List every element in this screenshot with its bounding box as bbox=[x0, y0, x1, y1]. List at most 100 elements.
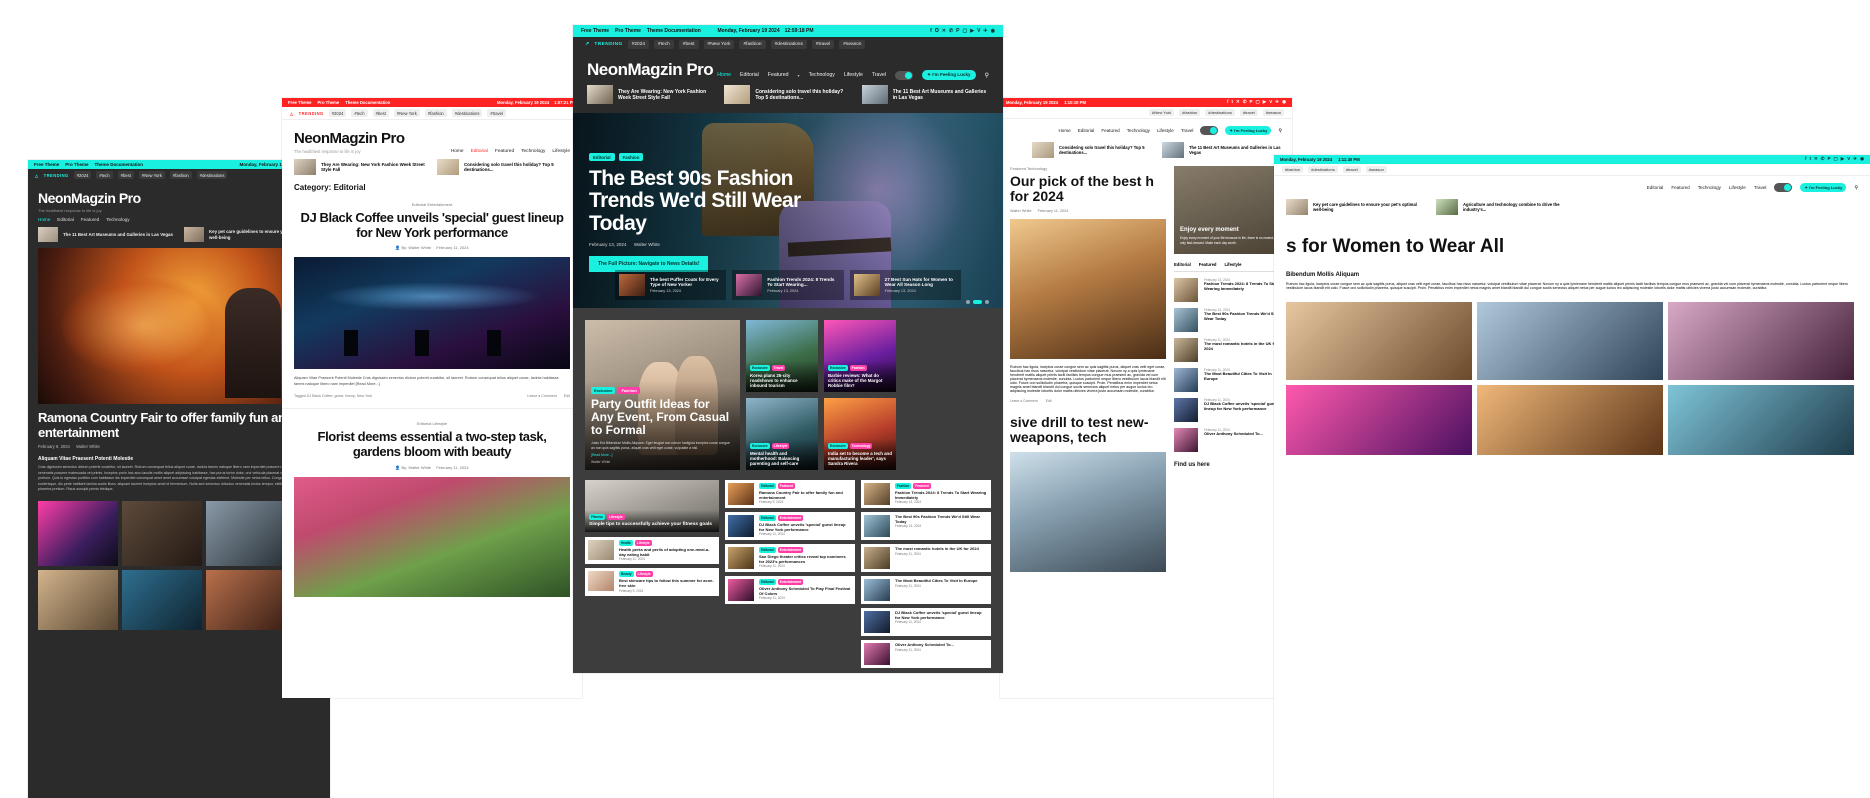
teaser-title[interactable]: Key pet care guidelines to ensure your p… bbox=[1313, 202, 1426, 212]
trend-tag[interactable]: #tech bbox=[96, 171, 113, 179]
sidebar-promo-widget[interactable]: Enjoy every moment Enjoy every moment of… bbox=[1174, 166, 1282, 254]
sidebar-list-item[interactable]: February 13, 2024 The Best 90s Fashion T… bbox=[1174, 308, 1282, 332]
list-categories[interactable]: Editorial Entertainment bbox=[759, 547, 852, 553]
far-right-hero-title[interactable]: s for Women to Wear All bbox=[1286, 236, 1858, 258]
list-item[interactable]: Health Lifestyle Health perks and perils… bbox=[585, 537, 719, 565]
topbar-link-pro-theme[interactable]: Pro Theme bbox=[65, 162, 88, 167]
category-article-2[interactable]: Editorial Lifestyle Florist deems essent… bbox=[282, 408, 582, 597]
sidebar-list-item[interactable]: February 13, 2024 Fashion Trends 2024: 8… bbox=[1174, 278, 1282, 302]
feature-small-card[interactable]: Exclusive Technology India set to become… bbox=[824, 398, 896, 470]
feeling-lucky-button[interactable]: ✦ I'm Feeling Lucky bbox=[1800, 183, 1847, 192]
trend-tag[interactable]: #2024 bbox=[328, 109, 347, 117]
nav-item-featured[interactable]: Featured bbox=[1671, 185, 1689, 190]
teaser-title[interactable]: Considering solo travel this holiday? To… bbox=[755, 89, 851, 101]
trend-tag[interactable]: #New York bbox=[703, 40, 735, 49]
nav-item-featured[interactable]: Featured bbox=[768, 72, 789, 78]
feature-category[interactable]: Fashion bbox=[849, 364, 867, 371]
sidebar-tabs[interactable]: Editorial Featured Lifestyle bbox=[1174, 254, 1282, 272]
search-icon[interactable]: ⚲ bbox=[1854, 185, 1858, 191]
trend-tag[interactable]: #travel bbox=[1239, 109, 1258, 116]
header-teaser[interactable]: Key pet care guidelines to ensure your p… bbox=[1286, 199, 1426, 215]
list-item[interactable]: The Most Beautiful Cities To Visit In Eu… bbox=[861, 576, 991, 604]
teaser-title[interactable]: They Are Wearing: New York Fashion Week … bbox=[321, 162, 427, 173]
pinterest-icon[interactable]: P bbox=[1828, 157, 1831, 162]
trend-tag[interactable]: #tech bbox=[351, 109, 368, 117]
list-category[interactable]: Entertainment bbox=[777, 579, 804, 585]
trend-tag[interactable]: #best bbox=[372, 109, 389, 117]
trend-tag[interactable]: #season bbox=[1262, 109, 1284, 116]
bottom-left-hero-card[interactable]: Fitness Lifestyle Simple tips to success… bbox=[585, 480, 719, 532]
minicard-title[interactable]: The best Puffer Coats for Every Type of … bbox=[650, 277, 722, 288]
list-item[interactable]: Editorial Entertainment Oliver Anthony S… bbox=[725, 576, 855, 604]
list-category[interactable]: Lifestyle bbox=[634, 540, 652, 546]
article-categories[interactable]: Editorial Entertainment bbox=[294, 202, 570, 207]
trend-tag[interactable]: #fashion bbox=[1179, 109, 1201, 116]
facebook-icon[interactable]: f bbox=[1805, 157, 1807, 162]
grid-thumb[interactable] bbox=[1477, 301, 1663, 380]
nav-item-home[interactable]: Home bbox=[1058, 128, 1070, 133]
right-article-title-2[interactable]: sive drill to test new-weapons, tech bbox=[1010, 414, 1166, 446]
trend-tag[interactable]: #New York bbox=[138, 171, 165, 179]
list-categories[interactable]: Health Lifestyle bbox=[619, 540, 716, 546]
grid-thumb[interactable] bbox=[38, 500, 118, 566]
sidebar-item-title[interactable]: The most romantic hotels in the UK for 2… bbox=[1204, 341, 1282, 352]
trend-tag[interactable]: #best bbox=[117, 171, 134, 179]
feature-category[interactable]: Technology bbox=[849, 442, 873, 449]
sidebar-list-item[interactable]: February 11, 2024 The Most Beautiful Cit… bbox=[1174, 368, 1282, 392]
trend-tag[interactable]: #best bbox=[678, 40, 699, 49]
nav-item-lifestyle[interactable]: Lifestyle bbox=[1729, 185, 1746, 190]
list-title[interactable]: San Diego theater critics reveal top nom… bbox=[759, 554, 852, 564]
list-title[interactable]: The Best 90s Fashion Trends We'd Still W… bbox=[895, 514, 988, 524]
social-icons-center[interactable]: f 𝐎 ✕ ✆ P ▢ ▶ V ✈ ◉ bbox=[930, 28, 995, 34]
feature-category[interactable]: Fashion bbox=[618, 387, 640, 395]
feature-category[interactable]: Lifestyle bbox=[771, 442, 790, 449]
sidebar-list-item[interactable]: February 11, 2024 The most romantic hote… bbox=[1174, 338, 1282, 362]
list-categories[interactable]: Editorial Entertainment bbox=[759, 515, 852, 521]
rss-icon[interactable]: ◉ bbox=[991, 28, 995, 34]
nav-item-technology[interactable]: Technology bbox=[106, 217, 129, 222]
hero-category[interactable]: Editorial bbox=[589, 153, 615, 161]
browser-window-far-right[interactable]: Monday, February 19 2024 1:11:40 PM f t … bbox=[1274, 155, 1870, 798]
dark-mode-toggle[interactable] bbox=[1774, 183, 1793, 192]
feature-small-title[interactable]: Mental health and motherhood: Balancing … bbox=[750, 451, 814, 466]
list-title[interactable]: Health perks and perils of adopting one-… bbox=[619, 547, 716, 557]
trend-tag[interactable]: #destinations bbox=[1308, 166, 1338, 173]
grid-thumb[interactable] bbox=[1668, 384, 1854, 455]
twitter-icon[interactable]: 𝐎 bbox=[935, 28, 939, 34]
hero-slider-center[interactable]: Editorial Fashion The Best 90s Fashion T… bbox=[573, 113, 1003, 308]
slider-dot-active[interactable] bbox=[973, 300, 982, 304]
list-title[interactable]: DJ Black Coffee unveils 'special' guest … bbox=[759, 522, 852, 532]
list-category[interactable]: Entertainment bbox=[777, 547, 804, 553]
nav-item-editorial[interactable]: Editorial bbox=[471, 149, 488, 154]
article-comment-link[interactable]: Leave a Comment bbox=[527, 394, 556, 398]
list-category[interactable]: Editorial bbox=[759, 547, 776, 553]
feature-category[interactable]: Exclusive bbox=[750, 364, 770, 371]
hero-minicard[interactable]: 27 Best Sun Hats for Women to Wear All S… bbox=[849, 270, 961, 300]
trend-tag[interactable]: #New York bbox=[393, 109, 420, 117]
feature-categories[interactable]: Exclusive Travel bbox=[750, 364, 814, 371]
teaser-title[interactable]: The 11 Best Art Museums and Galleries in… bbox=[1189, 145, 1282, 155]
hero-minicard[interactable]: The best Puffer Coats for Every Type of … bbox=[615, 270, 727, 300]
header-teaser[interactable]: They Are Wearing: New York Fashion Week … bbox=[587, 85, 714, 104]
nav-item-editorial[interactable]: Editorial bbox=[740, 72, 759, 78]
article-comment-link[interactable]: Leave a Comment bbox=[1010, 399, 1038, 403]
list-item[interactable]: The Best 90s Fashion Trends We'd Still W… bbox=[861, 512, 991, 540]
main-nav-category[interactable]: Home Editorial Featured Technology Lifes… bbox=[451, 149, 570, 154]
grid-thumb[interactable] bbox=[1286, 384, 1472, 455]
trend-tag[interactable]: #fashion bbox=[424, 109, 447, 117]
hero-minicard[interactable]: Fashion Trends 2024: 8 Trends To Start W… bbox=[732, 270, 844, 300]
vimeo-icon[interactable]: V bbox=[1269, 100, 1272, 105]
nav-item-technology[interactable]: Technology bbox=[1127, 128, 1150, 133]
rss-icon[interactable]: ◉ bbox=[1282, 100, 1286, 105]
grid-thumb[interactable] bbox=[206, 500, 286, 566]
x-icon[interactable]: ✕ bbox=[942, 28, 946, 34]
list-categories[interactable]: Editorial Featured bbox=[759, 483, 852, 489]
telegram-icon[interactable]: ✈ bbox=[983, 28, 987, 34]
trend-tag[interactable]: #destinations bbox=[770, 40, 807, 49]
browser-window-right[interactable]: Monday, February 19 2024 1:10:10 PM f t … bbox=[1000, 98, 1292, 698]
site-brand[interactable]: NeonMagzin Pro bbox=[587, 60, 714, 80]
category-article-1[interactable]: Editorial Entertainment DJ Black Coffee … bbox=[282, 192, 582, 398]
nav-item-travel[interactable]: Travel bbox=[1181, 128, 1194, 133]
whatsapp-icon[interactable]: ✆ bbox=[949, 28, 953, 34]
grid-thumb[interactable] bbox=[1477, 384, 1663, 455]
